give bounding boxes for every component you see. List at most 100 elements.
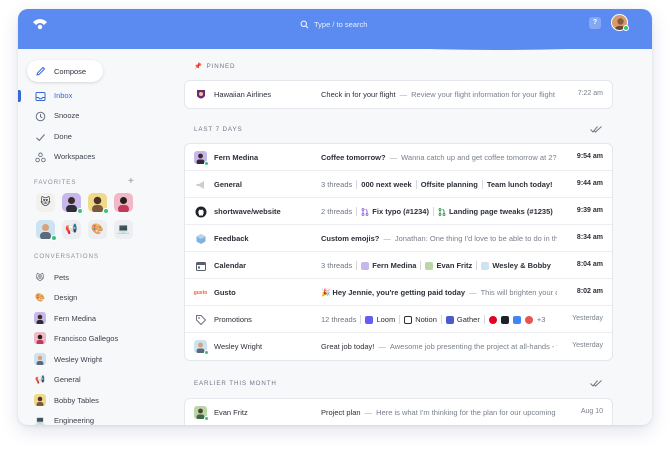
favorite-engineering[interactable]: 💻 xyxy=(114,220,133,239)
sidebar-item-inbox[interactable]: Inbox xyxy=(18,87,168,105)
thread-row-feedback[interactable]: Feedback Custom emojis? — Jonathan: One … xyxy=(185,225,612,252)
chip-label: Gather xyxy=(456,315,480,324)
inbox-icon xyxy=(35,92,46,101)
help-button[interactable]: ? xyxy=(589,17,601,29)
compose-label: Compose xyxy=(54,66,87,76)
online-status-dot xyxy=(623,25,629,31)
thread-row-general[interactable]: General 3 threads 000 next week Offsite … xyxy=(185,171,612,198)
favorite-person[interactable] xyxy=(88,193,109,214)
thread-subject: Great job today! xyxy=(321,342,375,351)
thread-time: 9:54 am xyxy=(576,153,603,160)
conversation-wesley-wright[interactable]: Wesley Wright xyxy=(18,350,168,368)
person-avatar xyxy=(194,340,209,355)
conversation-label: Design xyxy=(54,293,78,302)
thread-chip[interactable]: Fern Medina xyxy=(361,261,416,270)
sender-name: General xyxy=(214,180,242,189)
person-avatar xyxy=(194,406,209,421)
thread-row-fern-medina[interactable]: Fern Medina Coffee tomorrow? — Wanna cat… xyxy=(185,144,612,171)
thread-chip[interactable]: Fix typo (#1234) xyxy=(361,207,429,216)
person-avatar xyxy=(34,394,46,406)
person-avatar xyxy=(34,312,46,324)
gather-icon xyxy=(445,315,454,324)
thread-chip[interactable]: 000 next week xyxy=(361,180,411,189)
conversation-general[interactable]: 📢 General xyxy=(18,370,168,388)
conversation-label: Engineering xyxy=(54,416,95,425)
shortwave-logo-icon[interactable] xyxy=(32,17,48,31)
thread-preview: 3 threads Fern Medina Evan Fritz Wesley … xyxy=(321,261,557,270)
thread-count: 12 threads xyxy=(321,315,357,324)
palette-emoji: 🎨 xyxy=(35,292,45,302)
conversation-label: Pets xyxy=(54,273,70,282)
thread-preview: Project plan — Here is what I'm thinking… xyxy=(321,408,557,417)
sidebar-item-snooze[interactable]: Snooze xyxy=(18,107,168,125)
thread-time: Yesterday xyxy=(572,342,603,349)
thread-row-calendar[interactable]: Calendar 3 threads Fern Medina Evan Frit… xyxy=(185,252,612,279)
online-status-dot xyxy=(51,235,57,241)
pinned-card: Hawaiian Airlines Check in for your flig… xyxy=(185,81,612,108)
add-favorite-button[interactable]: + xyxy=(128,176,134,187)
thread-row-gusto[interactable]: gusto Gusto 🎉 Hey Jennie, you're getting… xyxy=(185,279,612,306)
mark-all-done-icon[interactable] xyxy=(590,125,602,134)
thread-chip[interactable]: Offsite planning xyxy=(421,180,478,189)
chip-label: Notion xyxy=(415,315,437,324)
conversation-design[interactable]: 🎨 Design xyxy=(18,288,168,306)
laptop-emoji: 💻 xyxy=(117,224,130,235)
separator: — xyxy=(469,288,477,297)
thread-subject: 🎉 Hey Jennie, you're getting paid today xyxy=(321,288,466,297)
thread-time: 8:34 am xyxy=(576,234,603,241)
sender-name: Gusto xyxy=(214,288,236,297)
megaphone-icon: 📢 xyxy=(35,374,45,384)
person-avatar xyxy=(34,353,46,365)
conversation-label: Francisco Gallegos xyxy=(54,334,119,343)
thread-row-wesley-wright[interactable]: Wesley Wright Great job today! — Awesome… xyxy=(185,333,612,360)
conversation-engineering[interactable]: 💻 Engineering xyxy=(18,411,168,426)
favorite-person[interactable] xyxy=(114,193,133,212)
chip-label: Wesley & Bobby xyxy=(492,261,551,270)
sidebar-item-workspaces[interactable]: Workspaces xyxy=(18,148,168,166)
conversation-pets[interactable]: 😻 Pets xyxy=(18,268,168,286)
favorite-pets[interactable]: 😻 xyxy=(36,193,55,212)
thread-chip[interactable]: Wesley & Bobby xyxy=(481,261,551,270)
compose-button[interactable]: Compose xyxy=(27,60,103,82)
thread-chip[interactable]: Notion xyxy=(404,315,437,324)
thread-preview: 3 threads 000 next week Offsite planning… xyxy=(321,180,557,189)
chip-label: Fern Medina xyxy=(372,261,417,270)
pinned-heading: 📌 PINNED xyxy=(194,62,235,70)
thread-chip[interactable]: Gather xyxy=(445,315,480,324)
sidebar-item-label: Workspaces xyxy=(54,152,96,161)
conversation-francisco-gallegos[interactable]: Francisco Gallegos xyxy=(18,329,168,347)
thread-chip[interactable]: Landing page tweaks (#1235) xyxy=(438,207,553,216)
medium-icon xyxy=(500,315,509,324)
divider xyxy=(399,315,401,324)
thread-preview: 12 threads Loom Notion Gather +3 xyxy=(321,315,557,324)
online-status-dot xyxy=(77,208,83,214)
thread-count: 2 threads xyxy=(321,207,353,216)
thread-row-promotions[interactable]: Promotions 12 threads Loom Notion Gather… xyxy=(185,306,612,333)
thread-subject: Coffee tomorrow? xyxy=(321,153,386,162)
pets-emoji: 😻 xyxy=(35,272,45,282)
active-indicator xyxy=(18,90,21,102)
favorite-person[interactable] xyxy=(62,193,83,214)
mark-all-done-icon[interactable] xyxy=(590,379,602,388)
thread-time: 8:02 am xyxy=(576,288,603,295)
chip-label: Landing page tweaks (#1235) xyxy=(448,207,553,216)
search-bar[interactable]: Type / to search xyxy=(300,16,367,32)
favorite-general[interactable]: 📢 xyxy=(62,220,81,239)
sender-name: Promotions xyxy=(214,315,252,324)
favorite-person[interactable] xyxy=(36,220,57,241)
thread-row-evan-fritz[interactable]: Evan Fritz Project plan — Here is what I… xyxy=(185,399,612,425)
favorite-design[interactable]: 🎨 xyxy=(88,220,107,239)
thread-chip[interactable]: Team lunch today! xyxy=(487,180,553,189)
pets-emoji: 😻 xyxy=(40,197,51,208)
sidebar-item-done[interactable]: Done xyxy=(18,128,168,146)
conversation-bobby-tables[interactable]: Bobby Tables xyxy=(18,391,168,409)
thread-chip[interactable]: Evan Fritz xyxy=(425,261,472,270)
pull-request-icon xyxy=(438,207,446,216)
thread-row-shortwave-website[interactable]: shortwave/website 2 threads Fix typo (#1… xyxy=(185,198,612,225)
person-avatar xyxy=(361,261,370,270)
thread-chip[interactable]: Loom xyxy=(365,315,395,324)
thread-row-hawaiian-airlines[interactable]: Hawaiian Airlines Check in for your flig… xyxy=(185,81,612,108)
conversation-fern-medina[interactable]: Fern Medina xyxy=(18,309,168,327)
conversation-label: Fern Medina xyxy=(54,314,97,323)
sender-name: Fern Medina xyxy=(214,153,259,162)
